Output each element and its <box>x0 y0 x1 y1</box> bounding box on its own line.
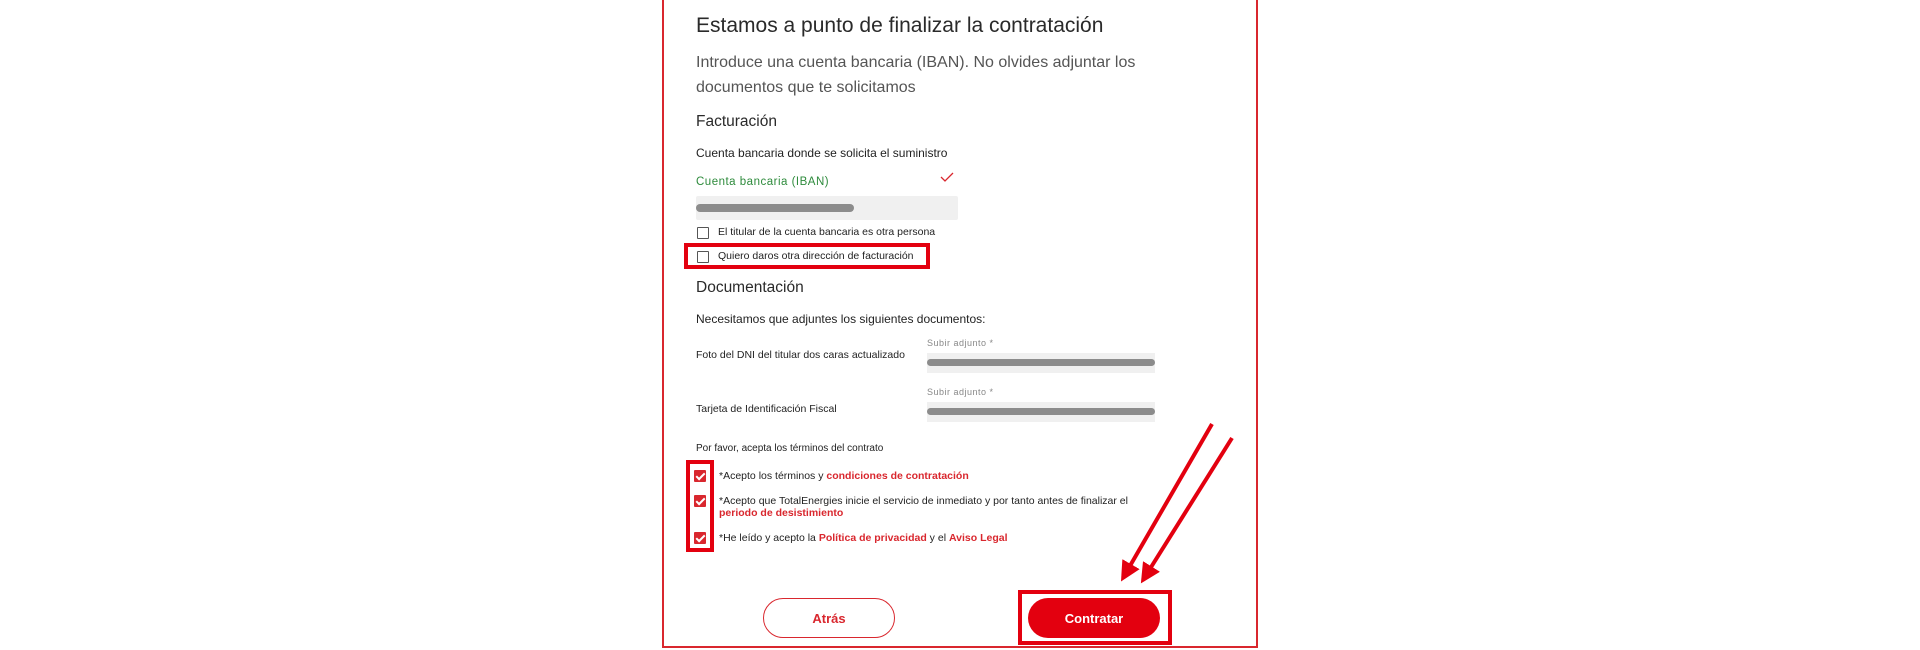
withdrawal-period-link[interactable]: periodo de desistimiento <box>719 507 843 519</box>
privacy-text: *He leído y acepto la Política de privac… <box>719 532 1008 544</box>
holder-other-label: El titular de la cuenta bancaria es otra… <box>718 226 936 238</box>
holder-other-checkbox[interactable] <box>697 227 709 239</box>
back-button[interactable]: Atrás <box>763 598 895 638</box>
iban-field-label: Cuenta bancaria (IBAN) <box>696 176 830 188</box>
nif-upload-field[interactable] <box>927 402 1155 422</box>
account-label: Cuenta bancaria donde se solicita el sum… <box>696 146 948 160</box>
upload-caption: Subir adjunto * <box>927 387 994 397</box>
page-title: Estamos a punto de finalizar la contrata… <box>696 14 1104 37</box>
upload-caption: Subir adjunto * <box>927 338 994 348</box>
redacted-value <box>927 359 1155 366</box>
terms-prompt: Por favor, acepta los términos del contr… <box>696 443 884 454</box>
dni-upload-field[interactable] <box>927 353 1155 373</box>
contract-button[interactable]: Contratar <box>1028 598 1160 638</box>
redacted-value <box>927 408 1155 415</box>
privacy-policy-link[interactable]: Política de privacidad <box>819 532 927 544</box>
documents-heading: Documentación <box>696 279 804 296</box>
terms-text: *Acepto los términos y condiciones de co… <box>719 470 969 482</box>
contract-form-card: Estamos a punto de finalizar la contrata… <box>662 0 1258 648</box>
intro-text: Introduce una cuenta bancaria (IBAN). No… <box>696 54 1136 96</box>
conditions-link[interactable]: condiciones de contratación <box>826 470 968 482</box>
billing-heading: Facturación <box>696 113 777 130</box>
nif-label: Tarjeta de Identificación Fiscal <box>696 403 837 415</box>
privacy-text-prefix: *He leído y acepto la <box>719 532 819 544</box>
valid-check-icon <box>940 172 954 182</box>
terms-text-prefix: *Acepto los términos y <box>719 470 827 482</box>
privacy-text-mid: y el <box>926 532 949 544</box>
iban-input[interactable] <box>696 196 958 220</box>
immediate-start-prefix: *Acepto que TotalEnergies inicie el serv… <box>719 495 1128 507</box>
other-address-label: Quiero daros otra dirección de facturaci… <box>718 250 914 262</box>
privacy-checkbox[interactable] <box>694 532 706 544</box>
immediate-start-checkbox[interactable] <box>694 495 706 507</box>
other-address-checkbox[interactable] <box>697 251 709 263</box>
immediate-start-text: *Acepto que TotalEnergies inicie el serv… <box>719 495 1159 519</box>
redacted-value <box>696 204 854 212</box>
legal-notice-link[interactable]: Aviso Legal <box>949 532 1008 544</box>
documents-intro: Necesitamos que adjuntes los siguientes … <box>696 312 986 326</box>
terms-checkbox[interactable] <box>694 470 706 482</box>
dni-label: Foto del DNI del titular dos caras actua… <box>696 349 905 361</box>
